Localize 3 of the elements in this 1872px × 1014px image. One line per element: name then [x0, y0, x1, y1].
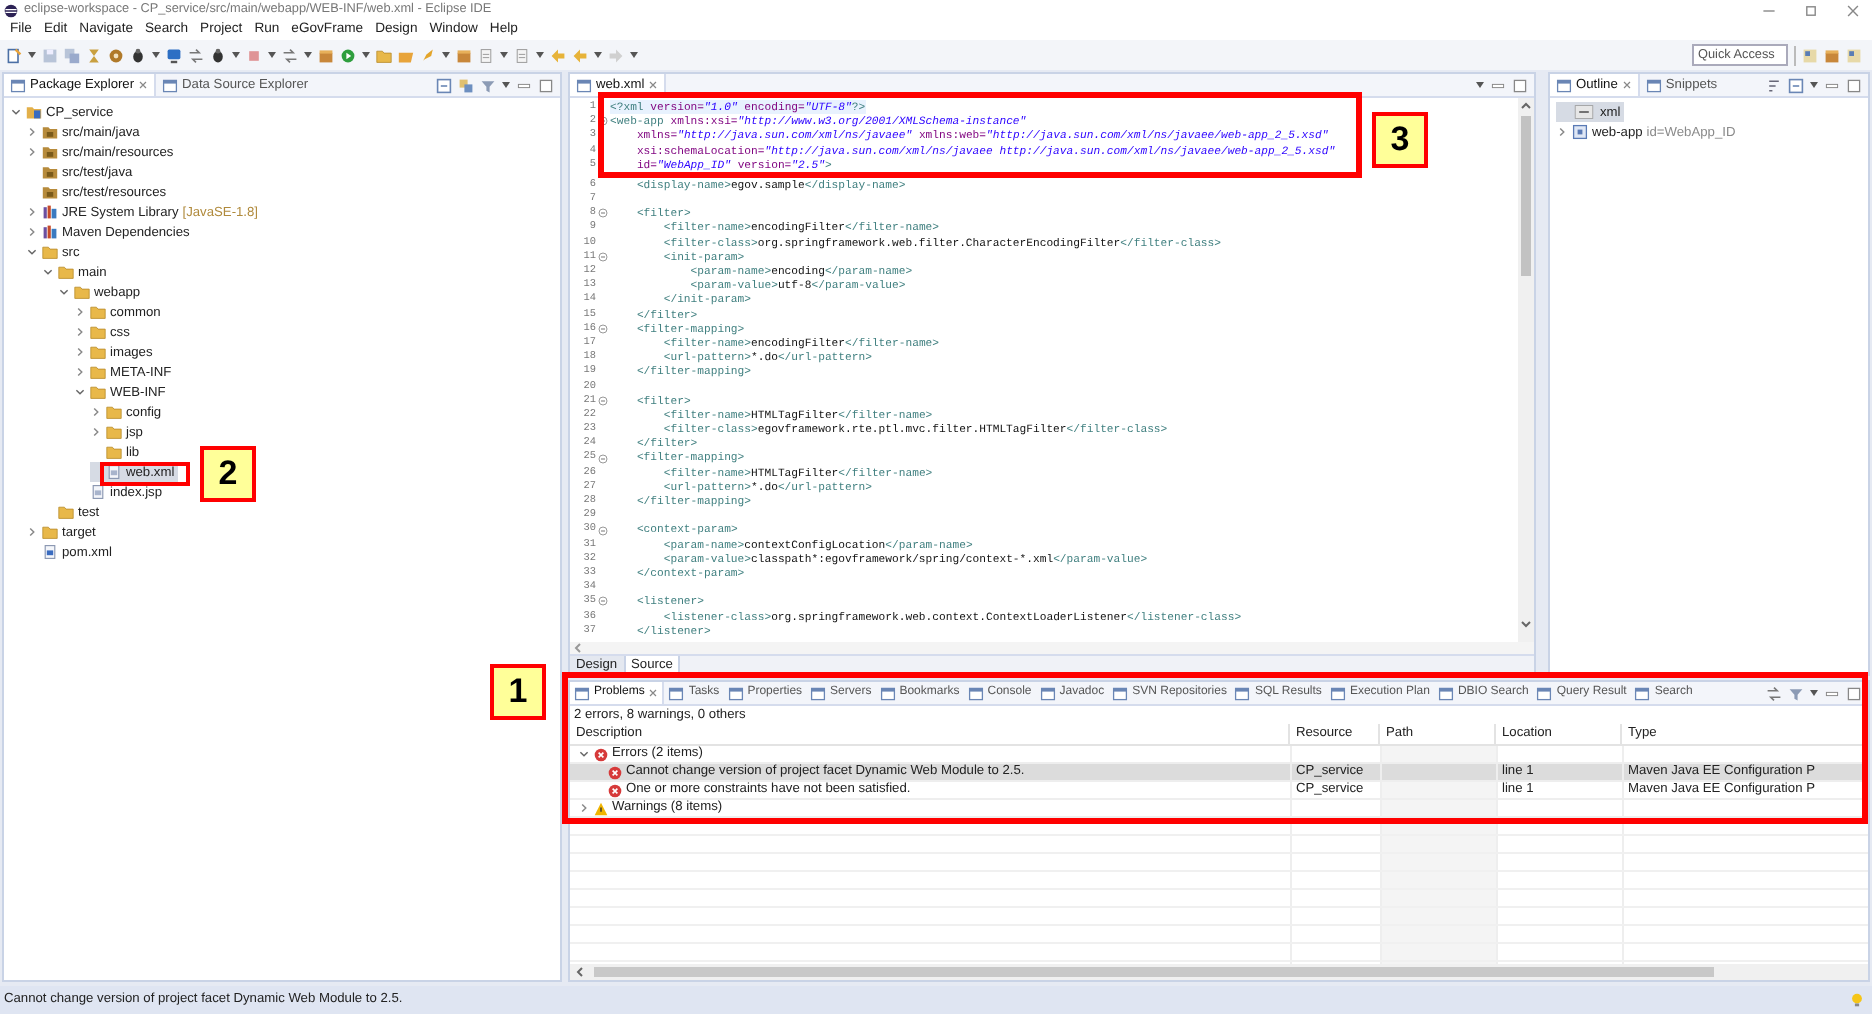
callout-number: 1: [490, 664, 546, 720]
callout-number: 3: [1372, 112, 1428, 168]
callout-number: 2: [200, 446, 256, 502]
